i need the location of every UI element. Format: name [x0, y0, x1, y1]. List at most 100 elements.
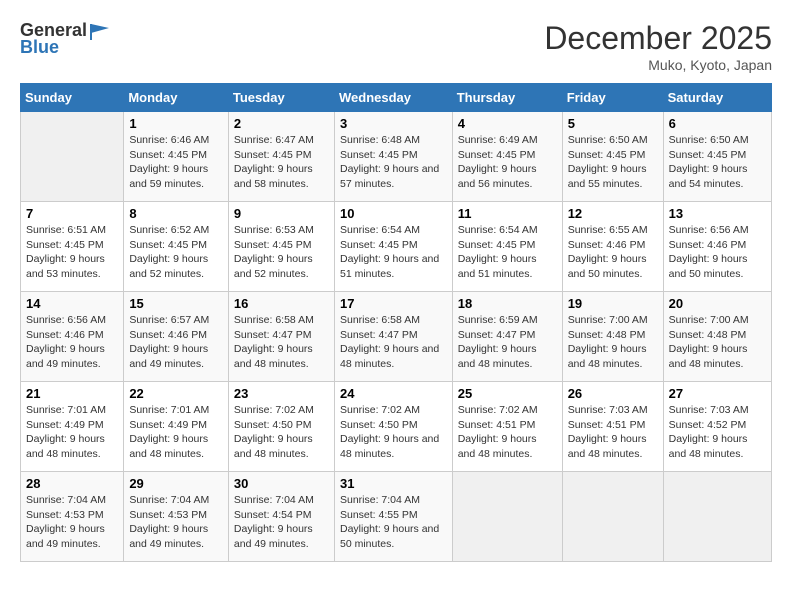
day-number: 8	[129, 206, 223, 221]
day-info: Sunrise: 7:02 AMSunset: 4:50 PMDaylight:…	[234, 403, 329, 462]
weekday-header-sunday: Sunday	[21, 84, 124, 112]
day-number: 14	[26, 296, 118, 311]
location: Muko, Kyoto, Japan	[544, 57, 772, 73]
day-info: Sunrise: 7:03 AMSunset: 4:51 PMDaylight:…	[568, 403, 658, 462]
calendar-cell	[452, 472, 562, 562]
day-number: 20	[669, 296, 766, 311]
calendar-table: SundayMondayTuesdayWednesdayThursdayFrid…	[20, 83, 772, 562]
day-info: Sunrise: 6:55 AMSunset: 4:46 PMDaylight:…	[568, 223, 658, 282]
day-number: 27	[669, 386, 766, 401]
day-number: 16	[234, 296, 329, 311]
day-number: 17	[340, 296, 447, 311]
day-info: Sunrise: 6:47 AMSunset: 4:45 PMDaylight:…	[234, 133, 329, 192]
day-number: 26	[568, 386, 658, 401]
day-number: 29	[129, 476, 223, 491]
calendar-cell: 22Sunrise: 7:01 AMSunset: 4:49 PMDayligh…	[124, 382, 229, 472]
calendar-cell: 14 Sunrise: 6:56 AMSunset: 4:46 PMDayligh…	[21, 292, 124, 382]
day-info: Sunrise: 6:59 AMSunset: 4:47 PMDaylight:…	[458, 313, 557, 372]
day-info: Sunrise: 6:48 AMSunset: 4:45 PMDaylight:…	[340, 133, 447, 192]
day-number: 6	[669, 116, 766, 131]
calendar-cell: 10Sunrise: 6:54 AMSunset: 4:45 PMDayligh…	[334, 202, 452, 292]
day-number: 1	[129, 116, 223, 131]
day-info: Sunrise: 7:02 AMSunset: 4:50 PMDaylight:…	[340, 403, 447, 462]
day-number: 28	[26, 476, 118, 491]
day-number: 11	[458, 206, 557, 221]
day-info: Sunrise: 6:58 AMSunset: 4:47 PMDaylight:…	[234, 313, 329, 372]
day-info: Sunrise: 7:04 AMSunset: 4:55 PMDaylight:…	[340, 493, 447, 552]
day-info: Sunrise: 7:00 AMSunset: 4:48 PMDaylight:…	[669, 313, 766, 372]
day-number: 7	[26, 206, 118, 221]
calendar-cell: 30 Sunrise: 7:04 AMSunset: 4:54 PMDayligh…	[228, 472, 334, 562]
calendar-cell: 4Sunrise: 6:49 AMSunset: 4:45 PMDaylight…	[452, 112, 562, 202]
calendar-cell: 3 Sunrise: 6:48 AMSunset: 4:45 PMDaylight…	[334, 112, 452, 202]
day-number: 15	[129, 296, 223, 311]
calendar-cell: 21 Sunrise: 7:01 AMSunset: 4:49 PMDayligh…	[21, 382, 124, 472]
calendar-week-2: 7 Sunrise: 6:51 AMSunset: 4:45 PMDaylight…	[21, 202, 772, 292]
day-info: Sunrise: 6:50 AMSunset: 4:45 PMDaylight:…	[669, 133, 766, 192]
logo: General Blue	[20, 20, 111, 58]
day-info: Sunrise: 6:54 AMSunset: 4:45 PMDaylight:…	[458, 223, 557, 282]
calendar-cell	[562, 472, 663, 562]
day-info: Sunrise: 7:01 AMSunset: 4:49 PMDaylight:…	[26, 403, 118, 462]
weekday-header-saturday: Saturday	[663, 84, 771, 112]
day-number: 9	[234, 206, 329, 221]
day-info: Sunrise: 6:51 AMSunset: 4:45 PMDaylight:…	[26, 223, 118, 282]
day-info: Sunrise: 6:56 AMSunset: 4:46 PMDaylight:…	[669, 223, 766, 282]
calendar-cell: 18 Sunrise: 6:59 AMSunset: 4:47 PMDayligh…	[452, 292, 562, 382]
calendar-cell: 28Sunrise: 7:04 AMSunset: 4:53 PMDayligh…	[21, 472, 124, 562]
calendar-cell: 29 Sunrise: 7:04 AMSunset: 4:53 PMDayligh…	[124, 472, 229, 562]
day-info: Sunrise: 7:00 AMSunset: 4:48 PMDaylight:…	[568, 313, 658, 372]
calendar-cell: 25 Sunrise: 7:02 AMSunset: 4:51 PMDayligh…	[452, 382, 562, 472]
day-info: Sunrise: 6:46 AMSunset: 4:45 PMDaylight:…	[129, 133, 223, 192]
day-number: 3	[340, 116, 447, 131]
day-info: Sunrise: 7:04 AMSunset: 4:54 PMDaylight:…	[234, 493, 329, 552]
calendar-body: 1 Sunrise: 6:46 AMSunset: 4:45 PMDaylight…	[21, 112, 772, 562]
day-info: Sunrise: 7:02 AMSunset: 4:51 PMDaylight:…	[458, 403, 557, 462]
calendar-cell: 7 Sunrise: 6:51 AMSunset: 4:45 PMDaylight…	[21, 202, 124, 292]
day-info: Sunrise: 7:04 AMSunset: 4:53 PMDaylight:…	[129, 493, 223, 552]
title-block: December 2025 Muko, Kyoto, Japan	[544, 20, 772, 73]
weekday-header-wednesday: Wednesday	[334, 84, 452, 112]
weekday-header-thursday: Thursday	[452, 84, 562, 112]
day-number: 21	[26, 386, 118, 401]
day-number: 30	[234, 476, 329, 491]
day-number: 24	[340, 386, 447, 401]
day-number: 25	[458, 386, 557, 401]
weekday-header-tuesday: Tuesday	[228, 84, 334, 112]
weekday-header-monday: Monday	[124, 84, 229, 112]
day-number: 12	[568, 206, 658, 221]
month-title: December 2025	[544, 20, 772, 57]
weekday-row: SundayMondayTuesdayWednesdayThursdayFrid…	[21, 84, 772, 112]
day-info: Sunrise: 6:58 AMSunset: 4:47 PMDaylight:…	[340, 313, 447, 372]
calendar-cell: 12 Sunrise: 6:55 AMSunset: 4:46 PMDayligh…	[562, 202, 663, 292]
calendar-week-3: 14 Sunrise: 6:56 AMSunset: 4:46 PMDayligh…	[21, 292, 772, 382]
calendar-cell: 15 Sunrise: 6:57 AMSunset: 4:46 PMDayligh…	[124, 292, 229, 382]
day-number: 31	[340, 476, 447, 491]
calendar-cell	[21, 112, 124, 202]
day-info: Sunrise: 6:53 AMSunset: 4:45 PMDaylight:…	[234, 223, 329, 282]
calendar-header: SundayMondayTuesdayWednesdayThursdayFrid…	[21, 84, 772, 112]
calendar-cell: 13Sunrise: 6:56 AMSunset: 4:46 PMDayligh…	[663, 202, 771, 292]
calendar-cell: 1 Sunrise: 6:46 AMSunset: 4:45 PMDaylight…	[124, 112, 229, 202]
calendar-week-1: 1 Sunrise: 6:46 AMSunset: 4:45 PMDaylight…	[21, 112, 772, 202]
day-number: 19	[568, 296, 658, 311]
calendar-cell: 19 Sunrise: 7:00 AMSunset: 4:48 PMDayligh…	[562, 292, 663, 382]
day-info: Sunrise: 6:57 AMSunset: 4:46 PMDaylight:…	[129, 313, 223, 372]
calendar-cell: 26 Sunrise: 7:03 AMSunset: 4:51 PMDayligh…	[562, 382, 663, 472]
day-number: 10	[340, 206, 447, 221]
calendar-week-5: 28 Sunrise: 7:04 AMSunset: 4:53 PMDayligh…	[21, 472, 772, 562]
calendar-cell: 17 Sunrise: 6:58 AMSunset: 4:47 PMDayligh…	[334, 292, 452, 382]
calendar-cell: 9 Sunrise: 6:53 AMSunset: 4:45 PMDaylight…	[228, 202, 334, 292]
calendar-cell: 27Sunrise: 7:03 AMSunset: 4:52 PMDayligh…	[663, 382, 771, 472]
day-info: Sunrise: 6:50 AMSunset: 4:45 PMDaylight:…	[568, 133, 658, 192]
day-info: Sunrise: 6:56 AMSunset: 4:46 PMDaylight:…	[26, 313, 118, 372]
calendar-cell: 11 Sunrise: 6:54 AMSunset: 4:45 PMDayligh…	[452, 202, 562, 292]
page-header: General Blue December 2025 Muko, Kyoto, …	[20, 20, 772, 73]
calendar-cell: 24 Sunrise: 7:02 AMSunset: 4:50 PMDayligh…	[334, 382, 452, 472]
calendar-cell: 16 Sunrise: 6:58 AMSunset: 4:47 PMDayligh…	[228, 292, 334, 382]
day-number: 2	[234, 116, 329, 131]
calendar-cell	[663, 472, 771, 562]
day-info: Sunrise: 6:49 AMSunset: 4:45 PMDaylight:…	[458, 133, 557, 192]
calendar-cell: 23Sunrise: 7:02 AMSunset: 4:50 PMDayligh…	[228, 382, 334, 472]
day-number: 18	[458, 296, 557, 311]
